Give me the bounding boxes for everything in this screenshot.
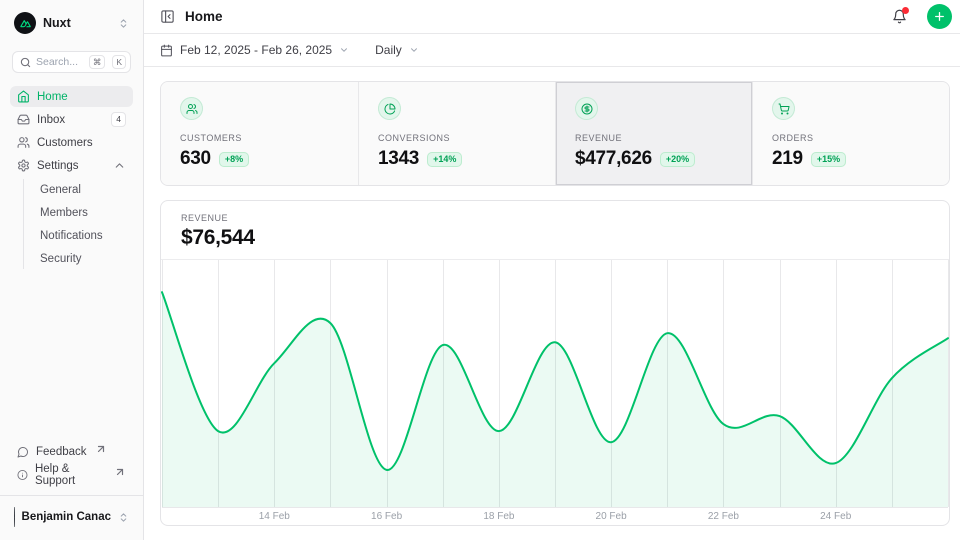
chevron-down-icon: [339, 45, 349, 55]
chevron-down-icon: [409, 45, 419, 55]
revenue-chart-card: REVENUE $76,544 14 Feb 16 Feb 18 Feb 20 Feb…: [160, 200, 950, 526]
user-menu[interactable]: Benjamin Canac: [10, 506, 133, 528]
delta-badge: +14%: [427, 152, 462, 167]
search-placeholder: Search...: [36, 56, 84, 68]
gear-icon: [17, 159, 30, 172]
stat-card-orders[interactable]: ORDERS 219 +15%: [752, 82, 949, 185]
sidebar-nav: Home Inbox 4 Customers Settings General …: [10, 86, 133, 269]
delta-badge: +20%: [660, 152, 695, 167]
info-icon: [17, 469, 28, 481]
sidebar-footer: Feedback Help & Support Benjamin Canac: [10, 441, 133, 528]
chevrons-up-down-icon: [118, 512, 129, 523]
stat-card-revenue[interactable]: REVENUE $477,626 +20%: [555, 82, 752, 185]
sidebar-collapse-button[interactable]: [160, 9, 175, 24]
x-tick-label: 20 Feb: [596, 511, 628, 522]
sidebar-item-notifications[interactable]: Notifications: [36, 225, 133, 246]
period-select[interactable]: Daily: [375, 43, 419, 57]
revenue-area-chart: 14 Feb 16 Feb 18 Feb 20 Feb 22 Feb 24 Feb: [161, 260, 949, 526]
search-input[interactable]: Search... ⌘ K: [12, 51, 131, 73]
sidebar-item-security[interactable]: Security: [36, 248, 133, 269]
kbd-k: K: [112, 55, 126, 69]
chart-metric-label: REVENUE: [181, 213, 929, 223]
delta-badge: +15%: [811, 152, 846, 167]
home-icon: [17, 90, 30, 103]
sidebar-item-home[interactable]: Home: [10, 86, 133, 107]
external-link-icon: [95, 443, 107, 455]
external-link-icon: [114, 466, 126, 478]
stat-card-customers[interactable]: CUSTOMERS 630 +8%: [161, 82, 358, 185]
dollar-circle-icon: [575, 97, 598, 120]
search-icon: [20, 57, 31, 68]
page-content: CUSTOMERS 630 +8% CONVERSIONS 1343 +14%: [144, 67, 960, 540]
stat-value: 1343: [378, 148, 419, 170]
delta-badge: +8%: [219, 152, 249, 167]
workspace-selector[interactable]: Nuxt: [10, 10, 133, 36]
workspace-name: Nuxt: [43, 16, 111, 30]
cart-icon: [772, 97, 795, 120]
inbox-count-badge: 4: [111, 112, 126, 126]
chevron-up-icon: [113, 159, 126, 172]
users-icon: [17, 136, 30, 149]
help-support-link[interactable]: Help & Support: [10, 464, 133, 485]
user-name: Benjamin Canac: [22, 511, 111, 523]
stats-panel: CUSTOMERS 630 +8% CONVERSIONS 1343 +14%: [160, 81, 950, 186]
sidebar-item-settings[interactable]: Settings: [10, 155, 133, 176]
stat-value: $477,626: [575, 148, 652, 170]
stat-label: REVENUE: [575, 133, 752, 143]
sidebar-item-customers[interactable]: Customers: [10, 132, 133, 153]
stat-value: 219: [772, 148, 803, 170]
calendar-icon: [160, 44, 173, 57]
chat-bubble-icon: [17, 446, 29, 458]
stat-label: CONVERSIONS: [378, 133, 555, 143]
page-header: Home: [144, 0, 960, 34]
stat-card-conversions[interactable]: CONVERSIONS 1343 +14%: [358, 82, 555, 185]
stat-value: 630: [180, 148, 211, 170]
x-tick-label: 22 Feb: [708, 511, 740, 522]
date-range-picker[interactable]: Feb 12, 2025 - Feb 26, 2025: [160, 43, 349, 57]
avatar: [14, 507, 15, 527]
page-title: Home: [185, 9, 882, 24]
x-tick-label: 16 Feb: [371, 511, 403, 522]
notification-dot: [902, 7, 909, 14]
filters-toolbar: Feb 12, 2025 - Feb 26, 2025 Daily: [144, 34, 960, 67]
stat-label: ORDERS: [772, 133, 949, 143]
chart-metric-value: $76,544: [181, 226, 929, 250]
sidebar-item-members[interactable]: Members: [36, 202, 133, 223]
sidebar-item-inbox[interactable]: Inbox 4: [10, 109, 133, 130]
panel-left-close-icon: [160, 9, 175, 24]
nuxt-logo-icon: [14, 12, 36, 34]
feedback-link[interactable]: Feedback: [10, 441, 133, 462]
x-tick-label: 14 Feb: [259, 511, 291, 522]
sidebar: Nuxt Search... ⌘ K Home Inbox 4 Customer…: [0, 0, 144, 540]
pie-chart-icon: [378, 97, 401, 120]
chevrons-up-down-icon: [118, 18, 129, 29]
inbox-icon: [17, 113, 30, 126]
add-button[interactable]: [927, 4, 952, 29]
users-icon: [180, 97, 203, 120]
plus-icon: [933, 10, 946, 23]
x-tick-label: 24 Feb: [820, 511, 852, 522]
notifications-button[interactable]: [892, 9, 907, 24]
main-area: Home Feb 12, 2025 - Feb 26, 2025 Daily C…: [144, 0, 960, 540]
x-tick-label: 18 Feb: [483, 511, 515, 522]
kbd-cmd: ⌘: [89, 55, 106, 69]
sidebar-item-general[interactable]: General: [36, 179, 133, 200]
stat-label: CUSTOMERS: [180, 133, 358, 143]
divider: [0, 495, 143, 496]
settings-subnav: General Members Notifications Security: [23, 179, 133, 269]
chart-header: REVENUE $76,544: [161, 201, 949, 260]
